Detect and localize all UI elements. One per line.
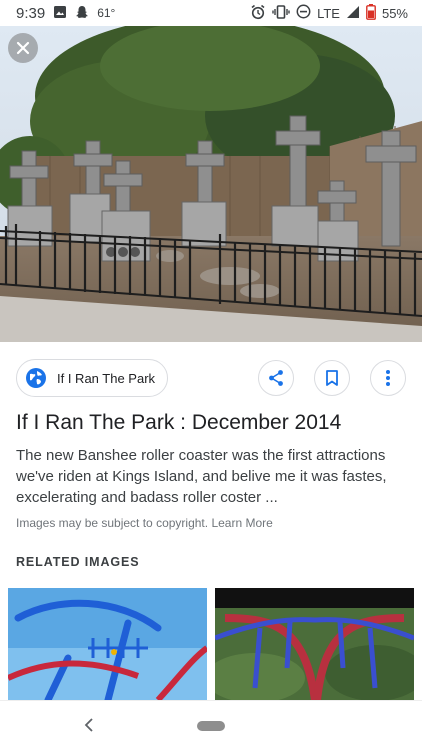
related-image-thumbnail[interactable] [215, 588, 414, 700]
battery-percent: 55% [381, 5, 408, 21]
home-pill[interactable] [197, 720, 225, 731]
bookmark-icon [326, 370, 338, 386]
close-icon [16, 41, 30, 55]
source-row: If I Ran The Park [16, 358, 406, 398]
snapchat-icon [75, 5, 89, 22]
globe-icon [26, 368, 46, 388]
share-icon [269, 370, 283, 386]
vibrate-icon [272, 4, 290, 23]
alarm-icon [250, 4, 266, 23]
copyright-text: Images may be subject to copyright. [16, 516, 209, 530]
do-not-disturb-icon [296, 4, 311, 22]
source-name: If I Ran The Park [57, 370, 156, 386]
gallery-icon [53, 5, 67, 22]
more-vert-icon [386, 370, 390, 386]
result-description: The new Banshee roller coaster was the f… [16, 447, 387, 506]
related-images-heading: RELATED IMAGES [16, 555, 140, 569]
source-chip[interactable]: If I Ran The Park [16, 359, 169, 397]
save-button[interactable] [314, 360, 350, 396]
learn-more-link[interactable]: Learn More [211, 516, 272, 530]
more-options-button[interactable] [370, 360, 406, 396]
back-icon[interactable] [84, 715, 94, 738]
action-buttons [258, 360, 406, 396]
hero-image[interactable] [0, 26, 422, 342]
related-image-thumbnail[interactable] [8, 588, 207, 700]
result-title[interactable]: If I Ran The Park : December 2014 [16, 410, 408, 436]
navigation-bar [0, 700, 422, 750]
close-button[interactable] [8, 33, 38, 63]
status-bar: 9:39 61° LTE 55% [0, 0, 422, 26]
status-time: 9:39 [16, 4, 46, 22]
battery-icon [366, 3, 376, 23]
network-label: LTE [317, 5, 340, 21]
status-temperature: 61° [97, 6, 116, 20]
copyright-notice: Images may be subject to copyright. Lear… [16, 516, 273, 530]
share-button[interactable] [258, 360, 294, 396]
signal-icon [346, 5, 360, 22]
